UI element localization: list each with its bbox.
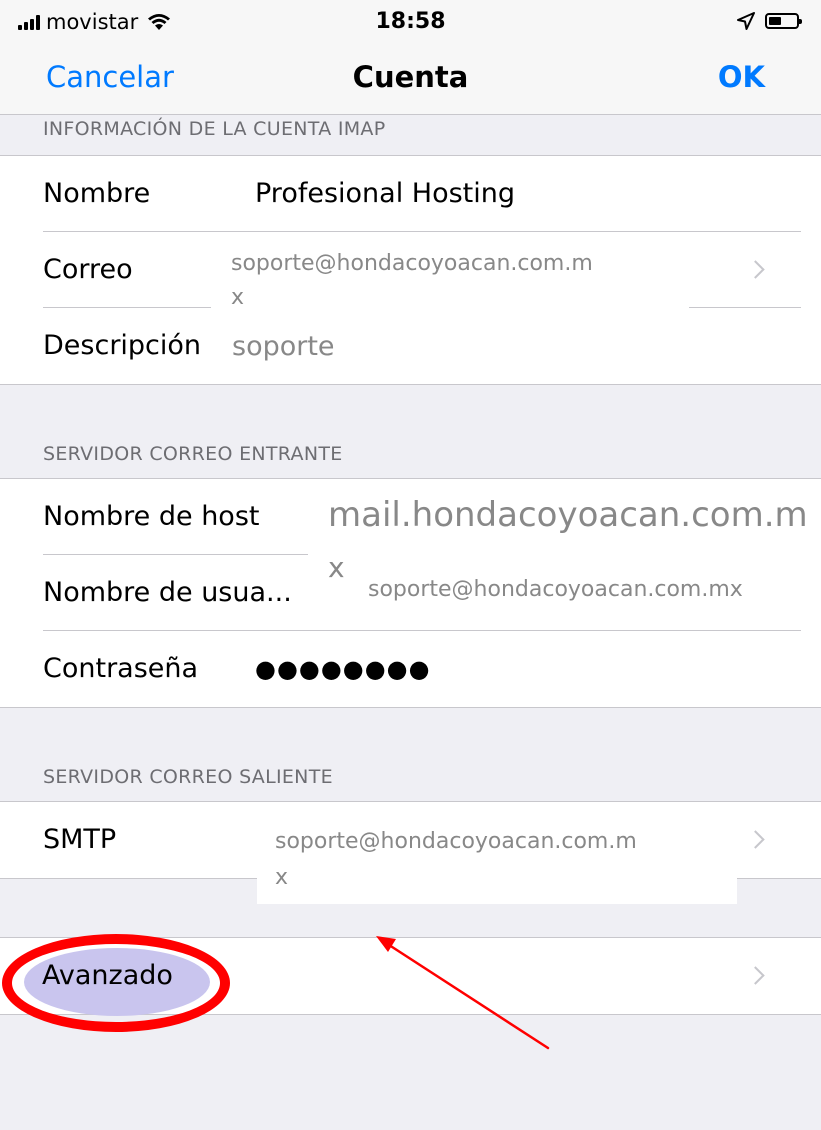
correo-value[interactable]: soporte@hondacoyoacan.com.m x [211, 244, 689, 322]
ok-button[interactable]: OK [718, 60, 765, 94]
host-label: Nombre de host [43, 501, 260, 532]
usuario-value[interactable]: soporte@hondacoyoacan.com.mx [348, 568, 821, 616]
chevron-right-icon [746, 966, 765, 985]
correo-label: Correo [43, 254, 133, 285]
nombre-row[interactable]: Nombre Profesional Hosting [0, 156, 821, 232]
chevron-right-icon [746, 260, 765, 279]
section-header-outgoing: SERVIDOR CORREO SALIENTE [43, 766, 333, 788]
nombre-label: Nombre [43, 178, 151, 209]
advanced-label[interactable]: Avanzado [42, 960, 173, 991]
contrasena-label: Contraseña [43, 653, 199, 684]
nav-bar: Cancelar Cuenta OK [0, 46, 821, 115]
status-bar: movistar 18:58 [0, 0, 821, 46]
smtp-value[interactable]: soporte@hondacoyoacan.com.m x [257, 818, 737, 904]
smtp-value-line1: soporte@hondacoyoacan.com.m [275, 829, 637, 854]
correo-value-line1: soporte@hondacoyoacan.com.m [231, 251, 593, 276]
section-header-imap: INFORMACIÓN DE LA CUENTA IMAP [43, 118, 386, 140]
nombre-value[interactable]: Profesional Hosting [255, 178, 515, 209]
location-arrow-icon [737, 12, 755, 30]
host-value-line2: x [328, 551, 345, 584]
section-header-incoming: SERVIDOR CORREO ENTRANTE [43, 443, 343, 465]
annotation-arrow-icon [376, 936, 550, 1050]
smtp-label: SMTP [43, 824, 117, 855]
host-value-line1: mail.hondacoyoacan.com.m [328, 495, 808, 535]
battery-icon [765, 13, 802, 29]
descripcion-value[interactable]: soporte [230, 322, 390, 377]
clock: 18:58 [375, 9, 446, 34]
correo-value-line2: x [231, 285, 245, 310]
usuario-label: Nombre de usua... [43, 577, 292, 608]
descripcion-label: Descripción [43, 330, 202, 361]
contrasena-row[interactable]: Contraseña ●●●●●●●● [0, 631, 821, 707]
chevron-right-icon [746, 830, 765, 849]
password-field[interactable]: ●●●●●●●● [255, 655, 431, 683]
smtp-value-line2: x [275, 865, 289, 890]
page-title: Cuenta [352, 60, 469, 94]
